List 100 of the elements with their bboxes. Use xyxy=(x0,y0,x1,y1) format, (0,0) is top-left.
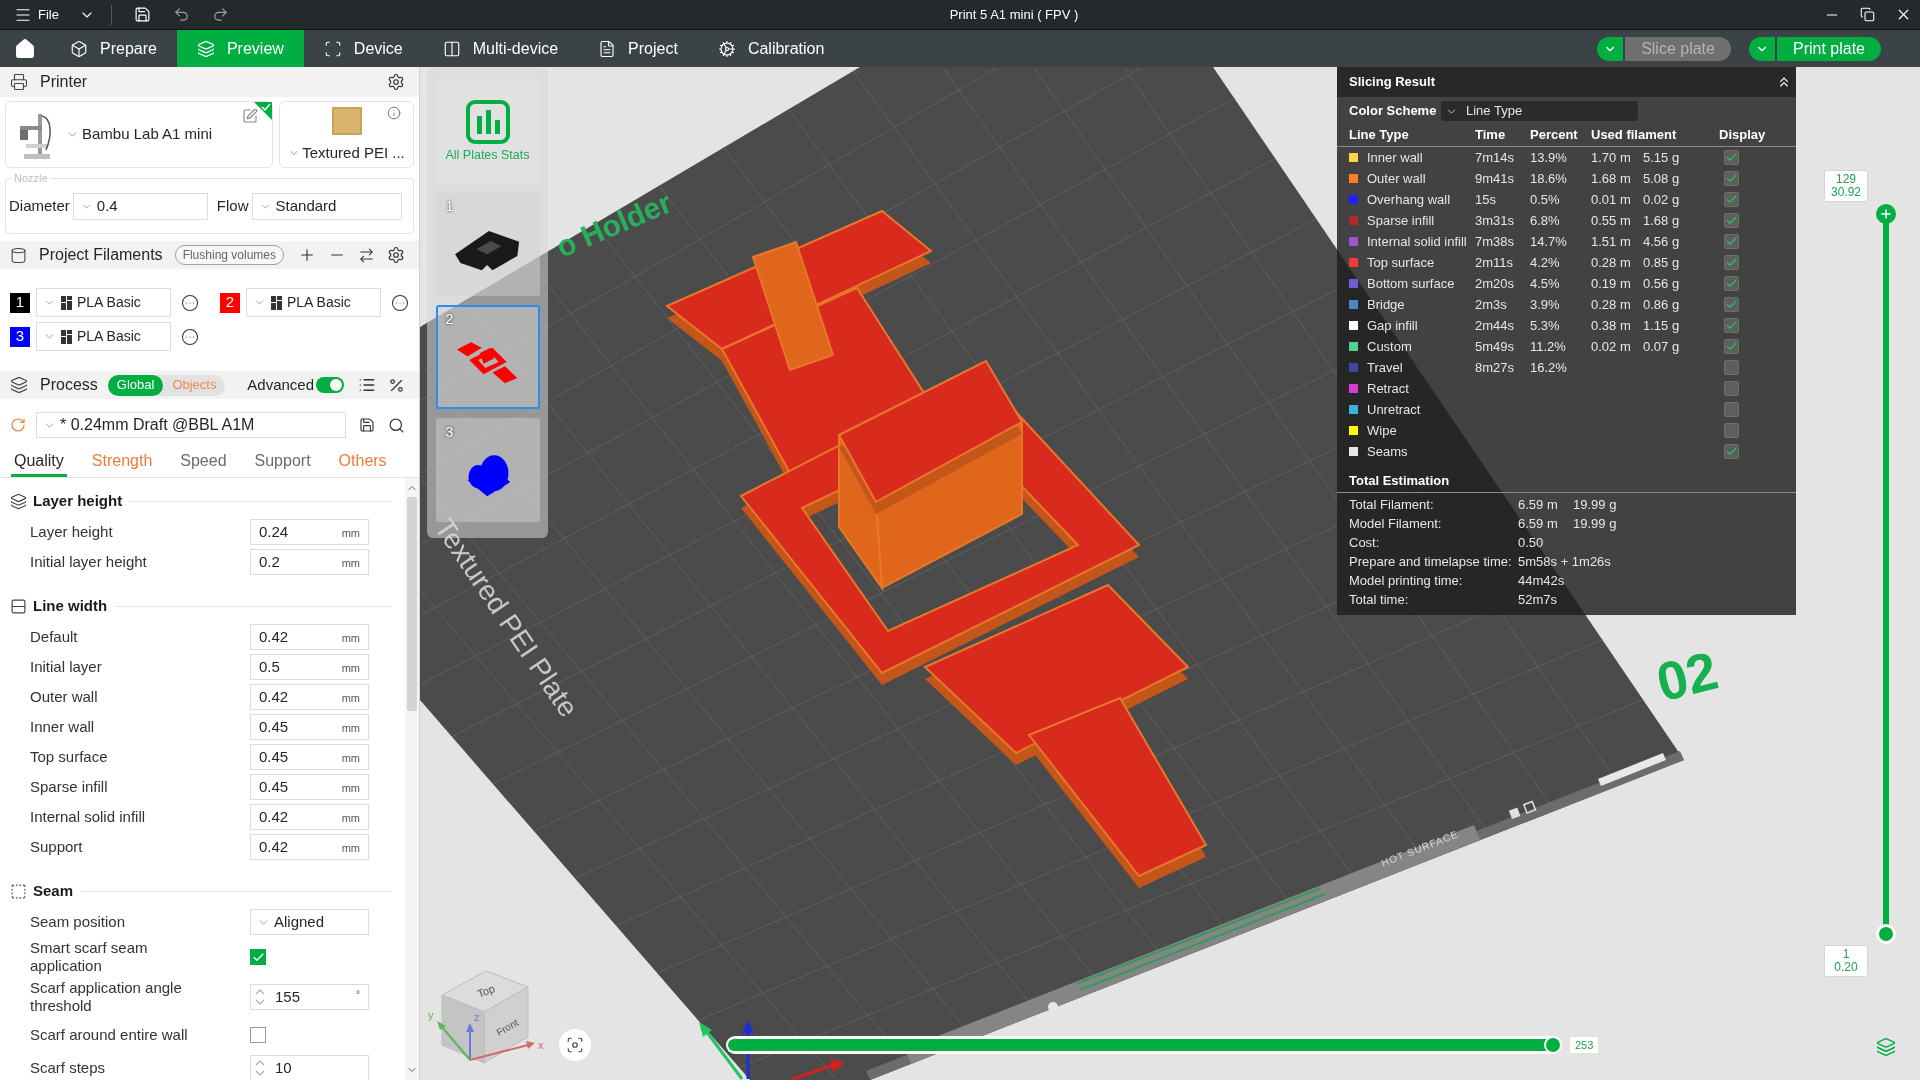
more-icon[interactable] xyxy=(181,327,199,346)
check-icon xyxy=(1725,277,1738,290)
axis-label: x xyxy=(538,1039,544,1051)
estimate-value: 5m58s + 1m26s xyxy=(1518,552,1611,571)
preset-select[interactable]: * 0.24mm Draft @BBL A1M xyxy=(36,412,346,438)
field-label: Diameter xyxy=(9,195,70,216)
filament-select[interactable]: PLA Basic xyxy=(246,288,381,317)
save-icon[interactable] xyxy=(359,417,375,433)
save-icon[interactable] xyxy=(133,6,151,23)
settings-tab[interactable]: Quality xyxy=(11,448,67,477)
more-icon[interactable] xyxy=(181,293,199,312)
swap-icon[interactable] xyxy=(358,246,375,264)
plate-card[interactable]: Textured PEI ... xyxy=(279,101,414,168)
checkbox[interactable] xyxy=(250,949,266,965)
plate-thumbnail[interactable]: 1 xyxy=(435,192,540,296)
plate-number: 02 xyxy=(1651,641,1723,711)
advanced-switch[interactable] xyxy=(316,377,344,393)
printer-card[interactable]: Bambu Lab A1 mini xyxy=(5,101,273,168)
nav-tab[interactable]: Multi-device xyxy=(422,30,579,67)
settings-tab[interactable]: Speed xyxy=(177,448,230,477)
unit-label: mm xyxy=(341,556,360,572)
undo-icon[interactable] xyxy=(172,6,190,23)
display-checkbox[interactable] xyxy=(1724,297,1739,312)
layers-icon[interactable] xyxy=(1876,1037,1896,1057)
filament-select[interactable]: PLA Basic xyxy=(36,322,171,351)
number-field[interactable]: 0.42 mm xyxy=(250,684,369,710)
display-checkbox[interactable] xyxy=(1724,150,1739,165)
display-checkbox[interactable] xyxy=(1724,318,1739,333)
display-checkbox[interactable] xyxy=(1724,171,1739,186)
nav-tab[interactable]: Project xyxy=(578,30,698,67)
dropdown-button[interactable] xyxy=(1748,36,1775,61)
line-type-name: Internal solid infill xyxy=(1367,233,1467,249)
home-icon[interactable] xyxy=(14,37,36,60)
plate-mark-icon xyxy=(1048,1002,1058,1012)
setting-label: Initial layer xyxy=(30,658,103,676)
select-field[interactable]: Aligned xyxy=(250,909,369,935)
percent-icon[interactable] xyxy=(388,376,405,394)
nav-tab[interactable]: Prepare xyxy=(50,30,177,67)
layer-height: 30.92 xyxy=(1831,186,1861,199)
slider-thumb[interactable] xyxy=(1544,1036,1562,1054)
info-icon[interactable] xyxy=(387,106,401,120)
nav-tab[interactable]: Device xyxy=(303,30,423,67)
number-field[interactable]: 0.42 mm xyxy=(250,624,369,650)
flushing-volumes-button[interactable]: Flushing volumes xyxy=(174,245,284,265)
display-checkbox[interactable] xyxy=(1724,192,1739,207)
number-field[interactable]: 155 ° xyxy=(250,984,369,1010)
more-icon[interactable] xyxy=(391,293,409,312)
fit-view-button[interactable] xyxy=(559,1029,591,1061)
line-type-name: Top surface xyxy=(1367,254,1435,270)
printer-select[interactable]: Bambu Lab A1 mini xyxy=(66,123,213,146)
display-checkbox[interactable] xyxy=(1724,255,1739,270)
display-checkbox[interactable] xyxy=(1724,234,1739,249)
settings-tab[interactable]: Support xyxy=(251,448,314,477)
nav-tab[interactable]: Calibration xyxy=(697,30,845,67)
display-checkbox[interactable] xyxy=(1724,339,1739,354)
number-field[interactable]: 0.5 mm xyxy=(250,654,369,680)
redo-icon[interactable] xyxy=(211,6,229,23)
slider-thumb[interactable] xyxy=(1876,204,1896,224)
unit-label: mm xyxy=(341,721,360,737)
number-field[interactable]: 0.42 mm xyxy=(250,804,369,830)
slider-thumb[interactable] xyxy=(1876,924,1896,944)
display-checkbox[interactable] xyxy=(1724,381,1739,396)
plus-icon[interactable] xyxy=(298,246,316,264)
number-field[interactable]: 0.45 mm xyxy=(250,774,369,800)
refresh-icon[interactable] xyxy=(10,417,26,433)
plate-select[interactable]: Textured PEI ... xyxy=(288,142,405,165)
stepper-icon[interactable] xyxy=(255,1058,265,1078)
number-field[interactable]: 0.42 mm xyxy=(250,834,369,860)
search-icon[interactable] xyxy=(388,416,405,434)
length-value: 1.68 m xyxy=(1591,170,1631,186)
number-field[interactable]: 0.45 mm xyxy=(250,744,369,770)
number-field[interactable]: 0.24 mm xyxy=(250,519,369,545)
layers-icon xyxy=(196,39,215,58)
select-field[interactable]: 0.4 xyxy=(72,192,208,220)
checkbox[interactable] xyxy=(250,1027,266,1043)
scheme-select[interactable]: Line Type xyxy=(1441,101,1638,121)
display-checkbox[interactable] xyxy=(1724,213,1739,228)
list-icon[interactable] xyxy=(358,376,376,394)
stepper-icon[interactable] xyxy=(255,987,265,1007)
number-field[interactable]: 10 xyxy=(250,1055,369,1080)
percent-value: 0.5% xyxy=(1530,191,1560,207)
restore-icon[interactable] xyxy=(1860,7,1875,22)
display-checkbox[interactable] xyxy=(1724,402,1739,417)
display-checkbox[interactable] xyxy=(1724,276,1739,291)
percent-value: 14.7% xyxy=(1530,233,1567,249)
dropdown-button[interactable] xyxy=(1597,36,1624,61)
filament-select[interactable]: PLA Basic xyxy=(36,288,171,317)
scrollbar[interactable] xyxy=(405,478,419,1080)
setting-label: Initial layer height xyxy=(30,553,148,571)
file-menu-button[interactable]: File xyxy=(14,2,59,27)
display-checkbox[interactable] xyxy=(1724,360,1739,375)
select-field[interactable]: Standard xyxy=(251,192,402,220)
display-checkbox[interactable] xyxy=(1724,423,1739,438)
settings-icon[interactable] xyxy=(387,73,405,91)
settings-icon[interactable] xyxy=(387,246,405,264)
display-checkbox[interactable] xyxy=(1724,444,1739,459)
scrollbar-thumb[interactable] xyxy=(407,497,417,711)
number-field[interactable]: 0.45 mm xyxy=(250,714,369,740)
edit-icon[interactable] xyxy=(242,108,258,124)
number-field[interactable]: 0.2 mm xyxy=(250,549,369,575)
